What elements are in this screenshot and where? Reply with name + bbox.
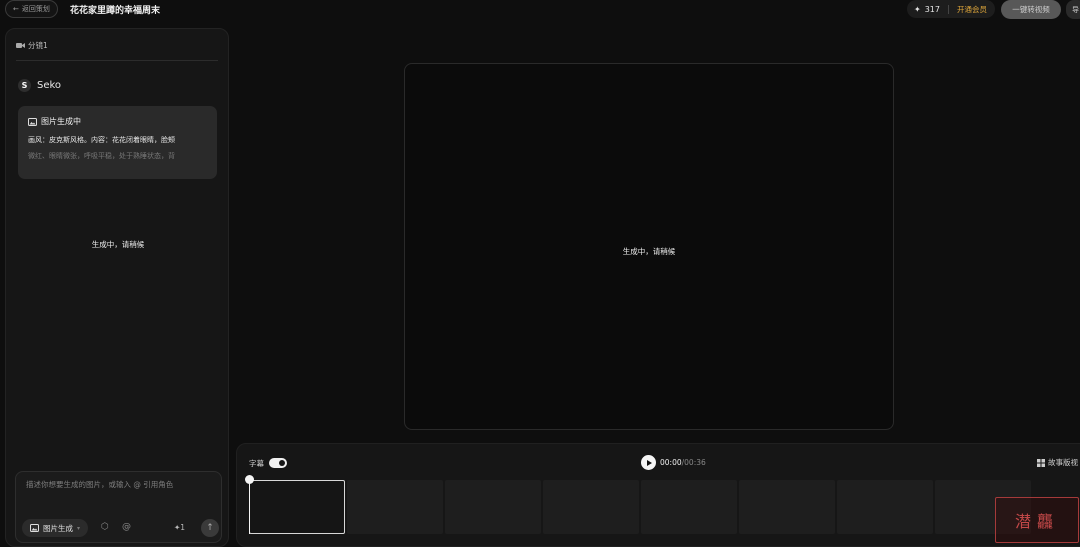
timeline-panel: 字幕 00:00/00:36 故事版视: [236, 443, 1080, 547]
prompt-input[interactable]: [26, 480, 212, 489]
grid-icon: [1037, 458, 1045, 467]
shot-tab[interactable]: 分镜1: [16, 40, 48, 51]
timeline-frame[interactable]: [641, 480, 737, 534]
cost-value: 1: [180, 523, 186, 532]
play-button[interactable]: [641, 455, 656, 470]
back-to-plan-button[interactable]: ← 返回策划: [5, 0, 58, 18]
chat-panel: 分镜1 S Seko 图片生成中 画风：皮克斯风格。内容：花花闭着眼睛，脸颊 微…: [5, 28, 229, 547]
prompt-composer: 图片生成 ▾ ⬡ @ ✦1 ↑: [15, 471, 222, 543]
video-camera-icon: [16, 43, 25, 48]
timeline-frame[interactable]: [445, 480, 541, 534]
at-mention-icon[interactable]: @: [122, 522, 131, 532]
assistant-name: Seko: [37, 80, 62, 91]
mode-select[interactable]: 图片生成 ▾: [22, 519, 89, 537]
timeline-frame[interactable]: [543, 480, 639, 534]
timeline-frame[interactable]: [739, 480, 835, 534]
time-display: 00:00/00:36: [660, 458, 706, 467]
watermark-seal: 潜龘: [995, 497, 1079, 543]
image-generation-card[interactable]: 图片生成中 画风：皮克斯风格。内容：花花闭着眼睛，脸颊 微红、眼睛微张，呼吸平稳…: [18, 106, 217, 179]
seko-logo-icon: S: [18, 79, 31, 92]
timeline-frame[interactable]: [249, 480, 345, 534]
assistant-header: S Seko: [18, 79, 61, 92]
generating-status: 生成中，请稍候: [91, 240, 145, 249]
storyboard-view-button[interactable]: 故事版视: [1037, 457, 1078, 468]
top-bar: ← 返回策划 花花家里蹲的幸福周末 ✦ 317 开通会员 一键转视频 导: [0, 0, 1080, 20]
storyboard-label: 故事版视: [1048, 458, 1078, 467]
timeline-frame[interactable]: [347, 480, 443, 534]
credits-bar: ✦ 317 开通会员: [907, 0, 995, 18]
send-button[interactable]: ↑: [201, 519, 219, 537]
generation-prompt-line: 画风：皮克斯风格。内容：花花闭着眼睛，脸颊: [28, 136, 175, 144]
toggle-knob: [279, 460, 285, 466]
generation-prompt-line-faded: 微红、眼睛微张，呼吸平稳，处于熟睡状态，背: [28, 152, 175, 160]
back-button-label: 返回策划: [21, 5, 50, 13]
mode-label: 图片生成: [43, 523, 73, 533]
generation-cost: ✦1: [174, 523, 186, 532]
arrow-left-icon: ←: [13, 5, 19, 13]
chevron-down-icon: ▾: [77, 524, 81, 532]
convert-to-video-button[interactable]: 一键转视频: [1001, 0, 1061, 19]
generation-card-title: 图片生成中: [28, 116, 207, 127]
credits-count: 317: [924, 4, 940, 14]
timeline-frames: [249, 480, 1031, 534]
cube-icon[interactable]: ⬡: [101, 522, 109, 532]
open-membership-link[interactable]: 开通会员: [957, 4, 987, 15]
subtitle-toggle[interactable]: [269, 458, 287, 468]
total-time: /00:36: [681, 458, 706, 467]
divider: [16, 60, 218, 61]
playhead-handle[interactable]: [245, 475, 254, 484]
arrow-up-icon: ↑: [206, 523, 214, 533]
divider: [947, 4, 949, 14]
sparkle-icon: ✦: [914, 4, 921, 14]
timeline-frame[interactable]: [837, 480, 933, 534]
project-title: 花花家里蹲的幸福周末: [70, 6, 161, 16]
preview-canvas: 生成中，请稍候: [404, 63, 894, 430]
playhead-line[interactable]: [249, 482, 250, 534]
export-button[interactable]: 导: [1066, 0, 1080, 19]
image-icon: [28, 117, 37, 126]
subtitle-label: 字幕: [249, 459, 264, 468]
preview-generating-status: 生成中，请稍候: [622, 247, 676, 256]
image-icon: [30, 524, 39, 532]
generation-card-title-text: 图片生成中: [41, 117, 81, 126]
shot-tab-label: 分镜1: [28, 41, 48, 50]
current-time: 00:00: [660, 458, 682, 467]
